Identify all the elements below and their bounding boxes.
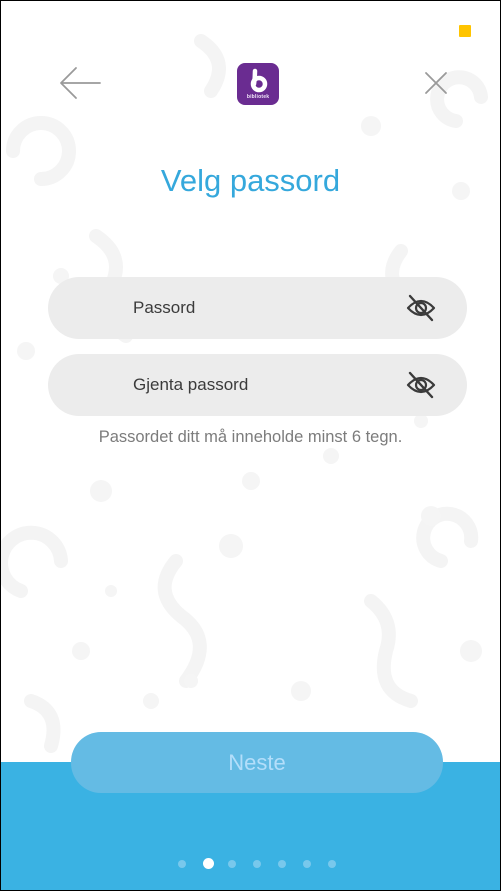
page-dot-3[interactable]: [228, 860, 236, 868]
eye-off-icon: [406, 294, 436, 322]
password-visibility-toggle[interactable]: [405, 293, 437, 323]
page-dot-1[interactable]: [178, 860, 186, 868]
eye-off-icon: [406, 371, 436, 399]
password-field[interactable]: [48, 277, 467, 339]
page-dot-2[interactable]: [203, 858, 214, 869]
next-button[interactable]: Neste: [71, 732, 443, 793]
logo-glyph: [250, 68, 268, 93]
repeat-password-field[interactable]: [48, 354, 467, 416]
page-dot-4[interactable]: [253, 860, 261, 868]
password-hint: Passordet ditt må inneholde minst 6 tegn…: [98, 428, 403, 446]
logo-text: bibliotek: [246, 94, 270, 100]
arrow-left-icon: [60, 67, 101, 99]
password-input[interactable]: [133, 277, 393, 339]
repeat-password-visibility-toggle[interactable]: [405, 370, 437, 400]
page-dot-7[interactable]: [328, 860, 336, 868]
status-indicator: [459, 25, 471, 37]
page-indicator: [178, 858, 338, 870]
page-title: Velg passord: [160, 163, 341, 198]
close-button[interactable]: [418, 65, 454, 101]
close-icon: [425, 72, 447, 94]
sign-up-password-screen: bibliotek Velg passord Passordet ditt må: [0, 0, 501, 891]
repeat-password-input[interactable]: [133, 354, 393, 416]
app-logo: bibliotek: [237, 63, 279, 105]
page-dot-5[interactable]: [278, 860, 286, 868]
page-dot-6[interactable]: [303, 860, 311, 868]
back-button[interactable]: [56, 63, 104, 103]
